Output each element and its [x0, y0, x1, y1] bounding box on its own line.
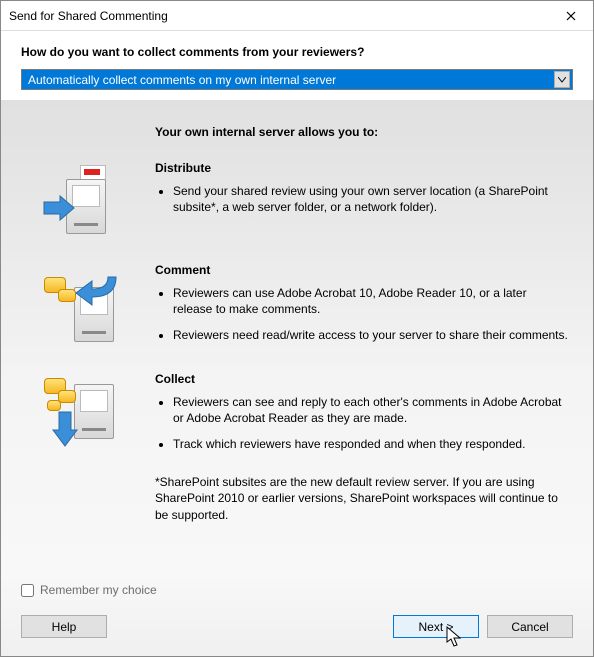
content-area: Your own internal server allows you to: … — [1, 100, 593, 573]
remember-choice-input[interactable] — [21, 584, 34, 597]
header-question: How do you want to collect comments from… — [21, 45, 573, 59]
distribute-title: Distribute — [155, 161, 569, 175]
distribute-bullet: Send your shared review using your own s… — [173, 183, 569, 215]
chevron-down-icon — [554, 71, 570, 88]
help-button[interactable]: Help — [21, 615, 107, 638]
intro-text: Your own internal server allows you to: — [155, 125, 569, 139]
titlebar: Send for Shared Commenting — [1, 1, 593, 31]
close-button[interactable] — [548, 1, 593, 30]
close-icon — [566, 11, 576, 21]
comment-section: Comment Reviewers can use Adobe Acrobat … — [155, 263, 569, 354]
sharepoint-footnote: *SharePoint subsites are the new default… — [155, 474, 569, 523]
dropdown-selected-value: Automatically collect comments on my own… — [28, 73, 336, 87]
header-area: How do you want to collect comments from… — [1, 31, 593, 100]
footer-area: Remember my choice Help Next > Cancel — [1, 573, 593, 656]
comment-bullet: Reviewers can use Adobe Acrobat 10, Adob… — [173, 285, 569, 317]
collect-bullet: Track which reviewers have responded and… — [173, 436, 569, 452]
comment-icon — [25, 263, 135, 354]
cancel-button[interactable]: Cancel — [487, 615, 573, 638]
collect-title: Collect — [155, 372, 569, 386]
next-button[interactable]: Next > — [393, 615, 479, 638]
collect-section: Collect Reviewers can see and reply to e… — [155, 372, 569, 463]
comment-bullet: Reviewers need read/write access to your… — [173, 327, 569, 343]
arrow-right-icon — [42, 193, 78, 223]
distribute-section: Distribute Send your shared review using… — [155, 161, 569, 245]
button-row: Help Next > Cancel — [21, 615, 573, 638]
window-title: Send for Shared Commenting — [9, 9, 168, 23]
remember-choice-checkbox[interactable]: Remember my choice — [21, 583, 573, 597]
arrow-down-icon — [50, 410, 80, 450]
remember-choice-label: Remember my choice — [40, 583, 157, 597]
dialog-window: Send for Shared Commenting How do you wa… — [0, 0, 594, 657]
reply-arrow-icon — [72, 271, 118, 311]
distribute-icon — [25, 161, 135, 245]
collect-bullet: Reviewers can see and reply to each othe… — [173, 394, 569, 426]
collection-method-dropdown[interactable]: Automatically collect comments on my own… — [21, 69, 573, 90]
comment-title: Comment — [155, 263, 569, 277]
collect-icon — [25, 372, 135, 463]
